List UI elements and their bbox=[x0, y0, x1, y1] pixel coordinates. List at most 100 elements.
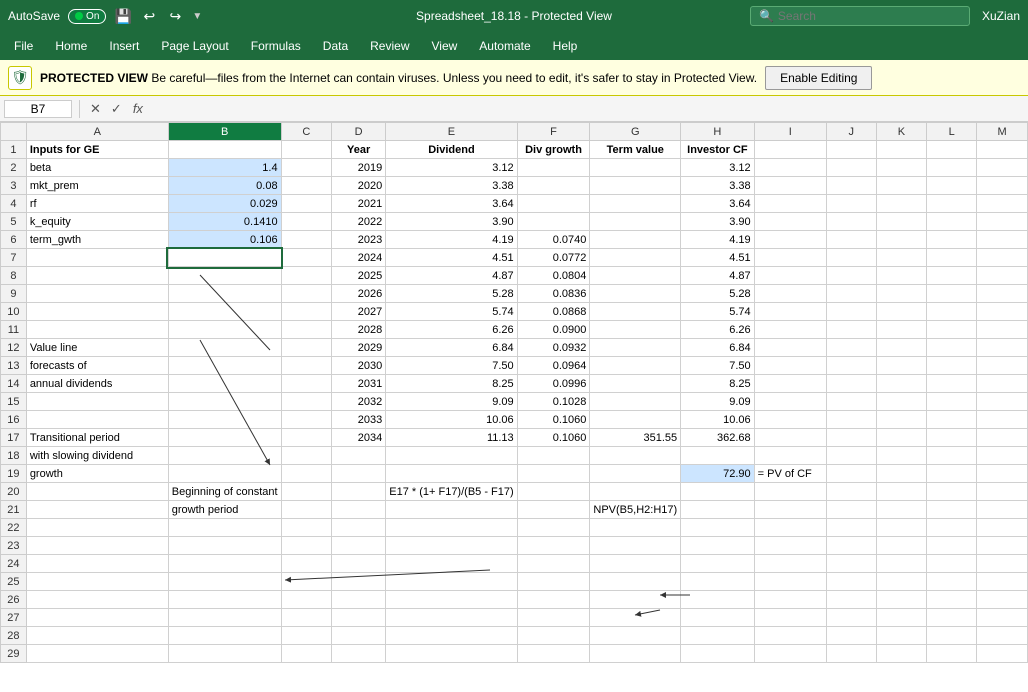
cell-H7[interactable]: 4.51 bbox=[681, 249, 754, 267]
cell-L20[interactable] bbox=[927, 483, 977, 501]
cell-K7[interactable] bbox=[876, 249, 926, 267]
cell-H28[interactable] bbox=[681, 627, 754, 645]
menu-item-help[interactable]: Help bbox=[543, 36, 588, 56]
cell-K1[interactable] bbox=[876, 141, 926, 159]
enable-editing-button[interactable]: Enable Editing bbox=[765, 66, 872, 90]
cell-G8[interactable] bbox=[590, 267, 681, 285]
cell-J22[interactable] bbox=[826, 519, 876, 537]
cell-I24[interactable] bbox=[754, 555, 826, 573]
cell-J2[interactable] bbox=[826, 159, 876, 177]
cell-H1[interactable]: Investor CF bbox=[681, 141, 754, 159]
cell-E26[interactable] bbox=[386, 591, 517, 609]
cell-F1[interactable]: Div growth bbox=[517, 141, 590, 159]
cell-K13[interactable] bbox=[876, 357, 926, 375]
cell-J3[interactable] bbox=[826, 177, 876, 195]
cell-A13[interactable]: forecasts of bbox=[26, 357, 168, 375]
cell-A3[interactable]: mkt_prem bbox=[26, 177, 168, 195]
cell-C16[interactable] bbox=[281, 411, 331, 429]
cell-K3[interactable] bbox=[876, 177, 926, 195]
cell-C22[interactable] bbox=[281, 519, 331, 537]
cell-F10[interactable]: 0.0868 bbox=[517, 303, 590, 321]
cell-M21[interactable] bbox=[977, 501, 1028, 519]
cell-H9[interactable]: 5.28 bbox=[681, 285, 754, 303]
cell-M18[interactable] bbox=[977, 447, 1028, 465]
cell-H12[interactable]: 6.84 bbox=[681, 339, 754, 357]
cell-L27[interactable] bbox=[927, 609, 977, 627]
cell-M15[interactable] bbox=[977, 393, 1028, 411]
cell-G12[interactable] bbox=[590, 339, 681, 357]
col-header-c[interactable]: C bbox=[281, 123, 331, 141]
cell-L11[interactable] bbox=[927, 321, 977, 339]
menu-item-review[interactable]: Review bbox=[360, 36, 419, 56]
cell-E18[interactable] bbox=[386, 447, 517, 465]
cell-J20[interactable] bbox=[826, 483, 876, 501]
cell-F12[interactable]: 0.0932 bbox=[517, 339, 590, 357]
cell-H18[interactable] bbox=[681, 447, 754, 465]
cell-G4[interactable] bbox=[590, 195, 681, 213]
cell-E4[interactable]: 3.64 bbox=[386, 195, 517, 213]
cell-D3[interactable]: 2020 bbox=[332, 177, 386, 195]
cell-B10[interactable] bbox=[168, 303, 281, 321]
col-header-m[interactable]: M bbox=[977, 123, 1028, 141]
cell-C9[interactable] bbox=[281, 285, 331, 303]
cell-K26[interactable] bbox=[876, 591, 926, 609]
cell-A20[interactable] bbox=[26, 483, 168, 501]
cell-M12[interactable] bbox=[977, 339, 1028, 357]
cell-M13[interactable] bbox=[977, 357, 1028, 375]
cell-B28[interactable] bbox=[168, 627, 281, 645]
cell-C25[interactable] bbox=[281, 573, 331, 591]
cell-A2[interactable]: beta bbox=[26, 159, 168, 177]
cell-K19[interactable] bbox=[876, 465, 926, 483]
cell-L5[interactable] bbox=[927, 213, 977, 231]
save-icon[interactable]: 💾 bbox=[114, 7, 132, 25]
cell-C20[interactable] bbox=[281, 483, 331, 501]
cell-E15[interactable]: 9.09 bbox=[386, 393, 517, 411]
cell-A23[interactable] bbox=[26, 537, 168, 555]
cell-G14[interactable] bbox=[590, 375, 681, 393]
col-header-i[interactable]: I bbox=[754, 123, 826, 141]
cell-J17[interactable] bbox=[826, 429, 876, 447]
cell-E11[interactable]: 6.26 bbox=[386, 321, 517, 339]
cell-E16[interactable]: 10.06 bbox=[386, 411, 517, 429]
cell-A25[interactable] bbox=[26, 573, 168, 591]
cell-K28[interactable] bbox=[876, 627, 926, 645]
cell-G22[interactable] bbox=[590, 519, 681, 537]
col-header-j[interactable]: J bbox=[826, 123, 876, 141]
cell-G6[interactable] bbox=[590, 231, 681, 249]
cell-G5[interactable] bbox=[590, 213, 681, 231]
cell-A16[interactable] bbox=[26, 411, 168, 429]
cell-I4[interactable] bbox=[754, 195, 826, 213]
cell-G24[interactable] bbox=[590, 555, 681, 573]
cell-I6[interactable] bbox=[754, 231, 826, 249]
cell-C12[interactable] bbox=[281, 339, 331, 357]
cell-C5[interactable] bbox=[281, 213, 331, 231]
menu-item-file[interactable]: File bbox=[4, 36, 43, 56]
cell-M20[interactable] bbox=[977, 483, 1028, 501]
cell-A7[interactable] bbox=[26, 249, 168, 267]
cell-J29[interactable] bbox=[826, 645, 876, 663]
cell-A18[interactable]: with slowing dividend bbox=[26, 447, 168, 465]
cell-C26[interactable] bbox=[281, 591, 331, 609]
cell-L4[interactable] bbox=[927, 195, 977, 213]
col-header-g[interactable]: G bbox=[590, 123, 681, 141]
cell-E29[interactable] bbox=[386, 645, 517, 663]
cell-H25[interactable] bbox=[681, 573, 754, 591]
cell-C23[interactable] bbox=[281, 537, 331, 555]
cell-E10[interactable]: 5.74 bbox=[386, 303, 517, 321]
cell-E5[interactable]: 3.90 bbox=[386, 213, 517, 231]
cell-H22[interactable] bbox=[681, 519, 754, 537]
cell-H6[interactable]: 4.19 bbox=[681, 231, 754, 249]
cell-E6[interactable]: 4.19 bbox=[386, 231, 517, 249]
cell-H21[interactable] bbox=[681, 501, 754, 519]
menu-item-formulas[interactable]: Formulas bbox=[241, 36, 311, 56]
cell-M4[interactable] bbox=[977, 195, 1028, 213]
cell-L14[interactable] bbox=[927, 375, 977, 393]
cell-M14[interactable] bbox=[977, 375, 1028, 393]
cell-B16[interactable] bbox=[168, 411, 281, 429]
cell-K24[interactable] bbox=[876, 555, 926, 573]
cell-C7[interactable] bbox=[281, 249, 331, 267]
cell-J27[interactable] bbox=[826, 609, 876, 627]
cell-D27[interactable] bbox=[332, 609, 386, 627]
cell-K9[interactable] bbox=[876, 285, 926, 303]
cell-B6[interactable]: 0.106 bbox=[168, 231, 281, 249]
